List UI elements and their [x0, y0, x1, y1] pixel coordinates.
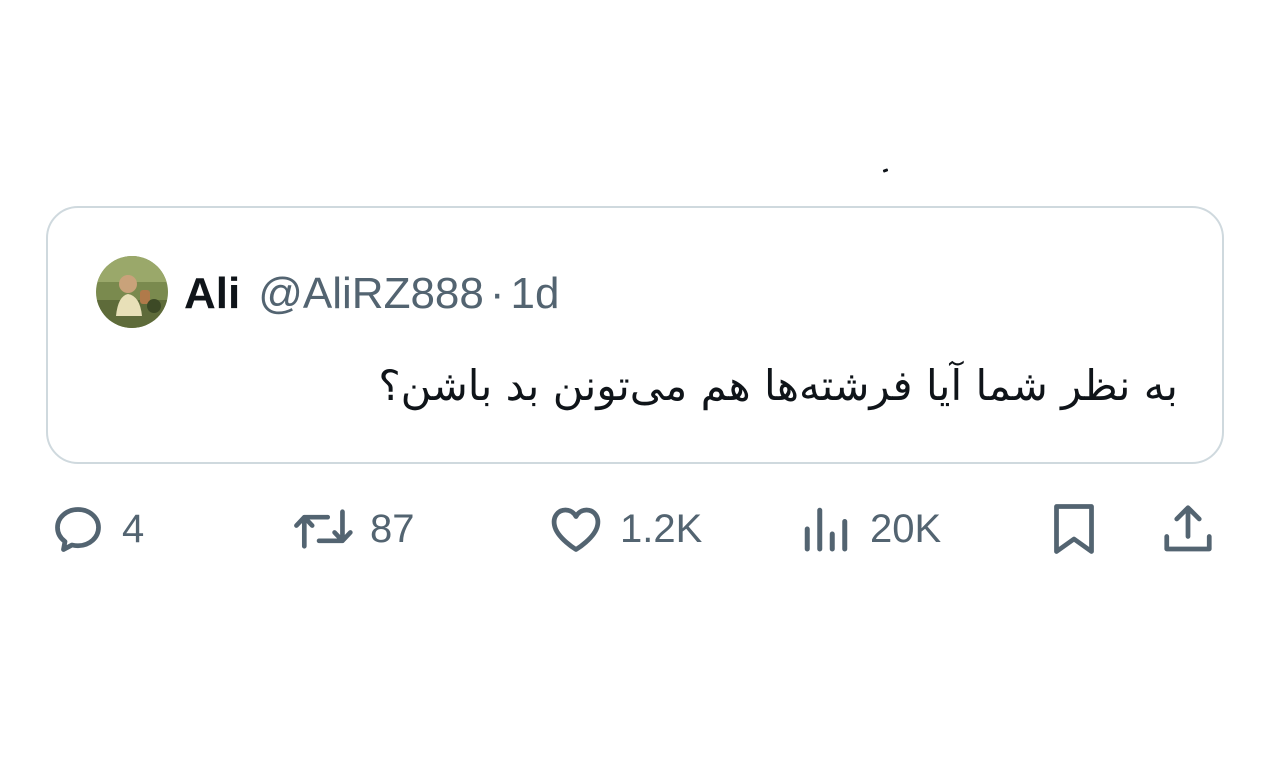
heart-icon	[551, 507, 601, 552]
retweet-icon	[294, 509, 353, 549]
display-name[interactable]: Ali	[184, 269, 240, 319]
retweet-button[interactable]: 87	[292, 496, 415, 562]
avatar[interactable]	[96, 256, 168, 328]
reply-button[interactable]: 4	[48, 496, 144, 562]
analytics-icon	[804, 507, 848, 552]
tweet-text: به نظر شما آیا فرشته‌ها هم می‌تونن بد با…	[378, 361, 1178, 410]
tweet-time[interactable]: 1d	[511, 269, 560, 319]
user-handle[interactable]: @AliRZ888	[258, 269, 484, 319]
tweet-header: Ali @AliRZ888 · 1d	[184, 264, 559, 324]
share-button[interactable]	[1158, 496, 1218, 562]
like-button[interactable]: 1.2K	[546, 496, 702, 562]
retweet-count: 87	[370, 506, 415, 551]
header-separator: ·	[489, 269, 505, 318]
share-icon	[1164, 505, 1212, 552]
views-button[interactable]: 20K	[796, 496, 941, 562]
avatar-photo	[96, 256, 168, 328]
stray-mark	[882, 168, 889, 173]
reply-count: 4	[122, 506, 145, 551]
bookmark-icon	[1054, 504, 1094, 554]
views-count: 20K	[870, 506, 942, 551]
reply-icon	[55, 507, 101, 552]
bookmark-button[interactable]	[1046, 496, 1102, 562]
like-count: 1.2K	[620, 506, 703, 551]
quoted-tweet-card[interactable]: Ali @AliRZ888 · 1d به نظر شما آیا فرشته‌…	[46, 206, 1224, 464]
